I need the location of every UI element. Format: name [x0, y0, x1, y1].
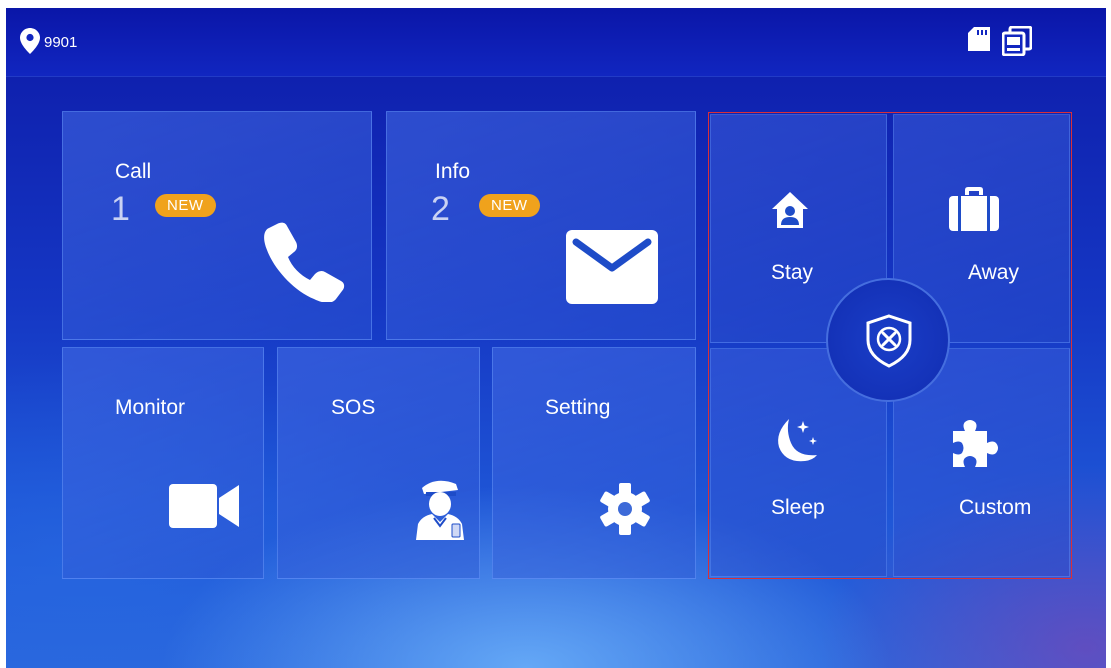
monitor-label: Monitor [115, 396, 186, 419]
security-guard-icon [416, 476, 466, 540]
info-new-badge: NEW [479, 194, 540, 217]
home-screen: 9901 Call 1 NEW Info 2 NEW Monitor SOS S… [6, 8, 1106, 668]
location-pin-icon [20, 28, 40, 54]
setting-label: Setting [545, 396, 611, 419]
shield-x-icon [866, 314, 912, 368]
status-bar: 9901 [6, 8, 1106, 77]
call-new-badge: NEW [155, 194, 216, 217]
devices-icon[interactable] [1002, 26, 1032, 56]
home-person-icon [771, 191, 809, 229]
video-camera-icon [169, 481, 239, 531]
room-number: 9901 [44, 34, 78, 51]
briefcase-icon [949, 187, 999, 231]
gear-icon [599, 483, 651, 535]
monitor-tile[interactable]: Monitor [62, 347, 264, 579]
disarm-button[interactable] [826, 278, 950, 402]
setting-tile[interactable]: Setting [492, 347, 696, 579]
stay-label: Stay [771, 261, 814, 284]
envelope-icon [566, 230, 658, 304]
sd-card-icon [968, 27, 990, 51]
call-tile[interactable]: Call 1 NEW [62, 111, 372, 340]
info-label: Info [435, 160, 471, 183]
moon-stars-icon [771, 415, 823, 467]
call-label: Call [115, 160, 152, 183]
sos-label: SOS [331, 396, 376, 419]
info-tile[interactable]: Info 2 NEW [386, 111, 696, 340]
call-count: 1 [111, 190, 130, 228]
away-label: Away [968, 261, 1019, 284]
info-count: 2 [431, 190, 450, 228]
sleep-label: Sleep [771, 496, 825, 519]
phone-icon [263, 222, 345, 302]
sos-tile[interactable]: SOS [277, 347, 480, 579]
custom-label: Custom [959, 496, 1032, 519]
puzzle-icon [949, 419, 999, 469]
